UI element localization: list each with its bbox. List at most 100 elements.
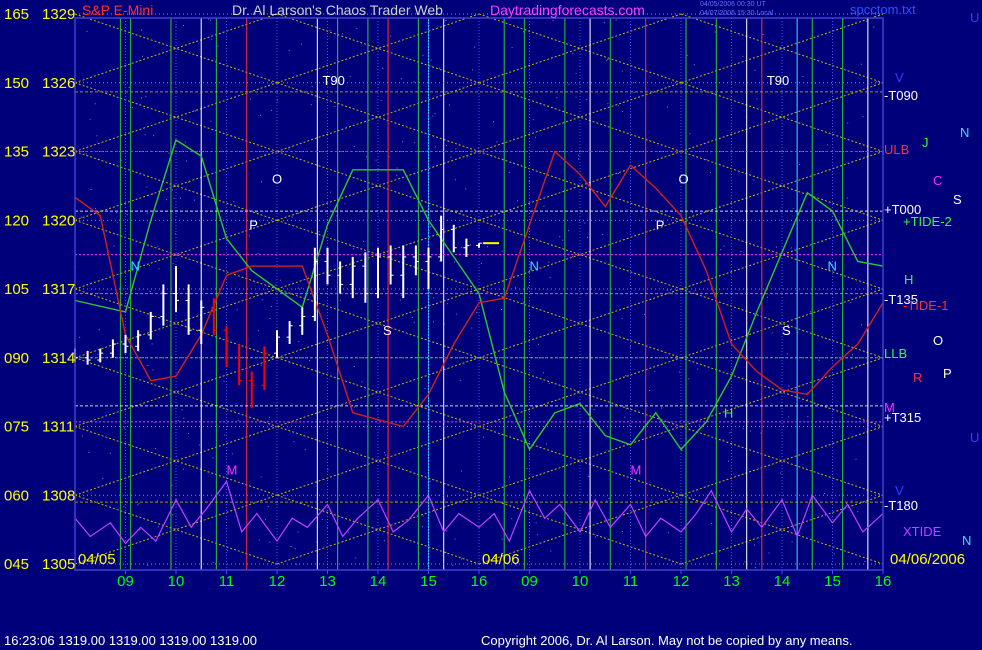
annotation-label: N [827, 259, 836, 274]
star-dot [141, 55, 143, 57]
star-dot [496, 141, 498, 143]
star-dot [411, 317, 413, 319]
star-dot [514, 287, 516, 289]
star-dot [753, 179, 755, 181]
star-dot [435, 146, 437, 148]
star-dot [621, 70, 623, 72]
star-dot [775, 246, 777, 248]
star-dot [548, 382, 550, 384]
star-dot [624, 416, 626, 418]
star-dot [182, 468, 184, 470]
star-dot [771, 332, 773, 334]
star-dot [355, 557, 357, 559]
star-dot [157, 526, 159, 528]
star-dot [382, 67, 384, 69]
right-label: C [933, 173, 942, 188]
right-label: XTIDE [903, 524, 942, 539]
star-dot [318, 231, 320, 233]
star-dot [152, 369, 154, 371]
star-dot [147, 212, 149, 214]
star-dot [300, 287, 302, 289]
star-dot [128, 86, 130, 88]
x-tick-label: 09 [117, 573, 134, 590]
star-dot [102, 477, 104, 479]
star-dot [537, 343, 539, 345]
star-dot [873, 26, 875, 28]
star-dot [260, 114, 262, 116]
star-dot [445, 144, 447, 146]
star-dot [629, 424, 631, 426]
star-dot [298, 212, 300, 214]
star-dot [550, 550, 552, 552]
star-dot [594, 536, 596, 538]
star-dot [261, 181, 263, 183]
star-dot [792, 208, 794, 210]
star-dot [395, 500, 397, 502]
star-dot [236, 309, 238, 311]
star-dot [543, 205, 545, 207]
star-dot [138, 503, 140, 505]
star-dot [86, 30, 88, 32]
star-dot [296, 563, 298, 565]
star-dot [686, 54, 688, 56]
star-dot [864, 560, 866, 562]
star-dot [321, 519, 323, 521]
star-dot [180, 197, 182, 199]
star-dot [562, 239, 564, 241]
star-dot [740, 251, 742, 253]
star-dot [145, 96, 147, 98]
star-dot [330, 191, 332, 193]
star-dot [375, 159, 377, 161]
star-dot [288, 49, 290, 51]
star-dot [380, 100, 382, 102]
annotation-label: H [724, 405, 733, 420]
star-dot [465, 188, 467, 190]
star-dot [823, 492, 825, 494]
star-dot [79, 336, 81, 338]
star-dot [476, 311, 478, 313]
site-link[interactable]: Daytradingforecasts.com [490, 3, 645, 17]
star-dot [113, 245, 115, 247]
star-dot [413, 321, 415, 323]
x-tick-label: 09 [521, 573, 538, 590]
star-dot [615, 19, 617, 21]
star-dot [217, 45, 219, 47]
y-tick-right: 1320 [42, 212, 75, 229]
star-dot [651, 499, 653, 501]
star-dot [755, 567, 757, 569]
star-dot [606, 60, 608, 62]
star-dot [153, 135, 155, 137]
star-dot [577, 158, 579, 160]
star-dot [866, 20, 868, 22]
star-dot [309, 359, 311, 361]
star-dot [767, 296, 769, 298]
right-label: S [953, 192, 962, 207]
star-dot [334, 105, 336, 107]
star-dot [438, 67, 440, 69]
y-tick-right: 1323 [42, 144, 75, 161]
star-dot [144, 134, 146, 136]
star-dot [742, 55, 744, 57]
date-start: 04/05 [78, 551, 116, 568]
star-dot [705, 400, 707, 402]
star-dot [284, 494, 286, 496]
star-dot [511, 518, 513, 520]
star-dot [794, 388, 796, 390]
star-dot [733, 357, 735, 359]
star-dot [756, 98, 758, 100]
star-dot [630, 115, 632, 117]
star-dot [526, 467, 528, 469]
annotation-label: P [656, 217, 665, 232]
y-tick-left: 165 [4, 6, 29, 23]
star-dot [649, 389, 651, 391]
star-dot [578, 154, 580, 156]
star-dot [691, 211, 693, 213]
star-dot [141, 29, 143, 31]
star-dot [353, 248, 355, 250]
star-dot [94, 103, 96, 105]
x-tick-label: 10 [168, 573, 185, 590]
star-dot [298, 341, 300, 343]
star-dot [126, 214, 128, 216]
right-label: V [895, 483, 904, 498]
star-dot [349, 75, 351, 77]
